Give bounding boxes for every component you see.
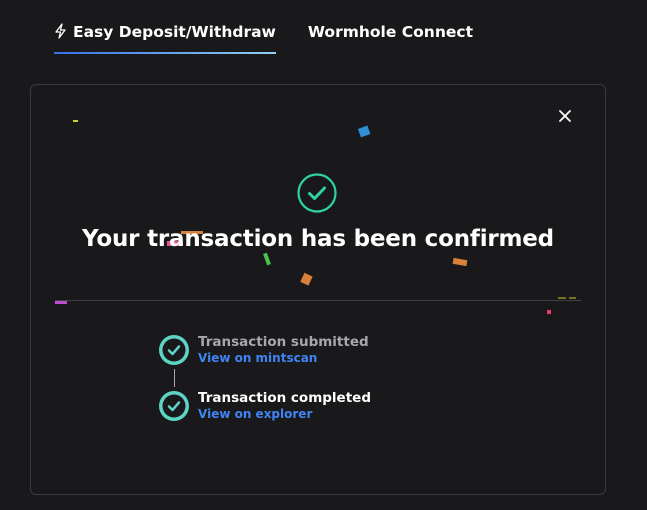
close-button[interactable] [557,108,573,124]
step-label: Transaction submitted [198,334,369,350]
tab-wormhole-connect[interactable]: Wormhole Connect [308,22,473,50]
view-on-mintscan-link[interactable]: View on mintscan [198,351,369,366]
transaction-modal: Your transaction has been confirmed Tran… [30,84,606,495]
step-connector [174,369,175,387]
check-circle-icon [297,173,337,213]
tab-bar: Easy Deposit/Withdraw Wormhole Connect [54,22,473,54]
bolt-icon [54,23,67,44]
tab-label: Wormhole Connect [307,23,473,41]
tab-easy-deposit-withdraw[interactable]: Easy Deposit/Withdraw [54,22,276,54]
tab-label: Easy Deposit/Withdraw [73,23,276,41]
divider [55,300,581,301]
close-icon [559,110,571,122]
check-circle-icon [159,335,189,365]
step-transaction-submitted: Transaction submitted View on mintscan [158,334,369,366]
step-transaction-completed: Transaction completed View on explorer [158,390,371,422]
check-circle-icon [159,391,189,421]
modal-title: Your transaction has been confirmed [82,226,554,252]
confetti [31,85,605,494]
step-label: Transaction completed [198,390,371,406]
view-on-explorer-link[interactable]: View on explorer [198,407,371,422]
